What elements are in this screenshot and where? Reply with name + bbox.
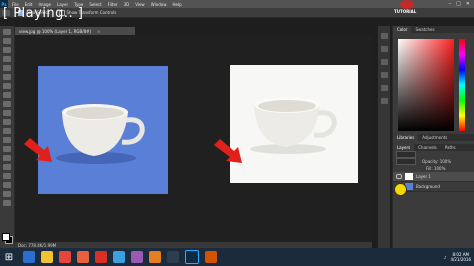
properties-panel-icon[interactable]	[380, 46, 388, 52]
tools-panel	[0, 26, 15, 248]
cursor-highlight	[394, 183, 407, 196]
hand-tool-icon[interactable]	[3, 191, 11, 197]
history-brush-tool-icon[interactable]	[3, 110, 11, 116]
tab-color[interactable]: Color	[393, 26, 412, 33]
playing-status-overlay: [ Playing.. ]	[3, 6, 84, 21]
windows-taskbar: ⊞ ♪ 8:02 AM 4/21/2016	[0, 248, 474, 266]
info-panel-icon[interactable]	[380, 98, 388, 104]
cup-image-white-background	[230, 65, 358, 183]
foreground-color-swatch[interactable]	[2, 233, 10, 241]
chrome-browser-icon[interactable]	[59, 251, 71, 263]
channel-avatar	[400, 0, 414, 9]
layer-name: Layer 1	[416, 174, 431, 179]
tab-libraries[interactable]: Libraries	[393, 134, 419, 141]
vlc-player-icon[interactable]	[149, 251, 161, 263]
taskbar-clock[interactable]: 8:02 AM 4/21/2016	[450, 252, 471, 262]
tab-channels[interactable]: Channels	[414, 144, 441, 151]
type-tool-icon[interactable]	[3, 164, 11, 170]
dodge-tool-icon[interactable]	[3, 146, 11, 152]
tab-paths[interactable]: Paths	[441, 144, 460, 151]
document-tab-label: view.jpg @ 100% (Layer 1, RGB/8#)	[19, 28, 92, 34]
pen-tool-icon[interactable]	[3, 155, 11, 161]
history-panel-icon[interactable]	[380, 33, 388, 39]
layer-name: Background	[416, 184, 440, 189]
gradient-tool-icon[interactable]	[3, 128, 11, 134]
hue-slider[interactable]	[459, 39, 465, 131]
skype-icon[interactable]	[113, 251, 125, 263]
window-controls: – □ ✕	[449, 1, 474, 7]
layer-row[interactable]: Layer 1	[393, 172, 474, 182]
tab-swatches[interactable]: Swatches	[411, 26, 438, 33]
tab-layers[interactable]: Layers	[393, 144, 415, 151]
blend-mode-select[interactable]	[396, 158, 416, 165]
menu-help[interactable]: Help	[172, 2, 181, 7]
windows-start-icon[interactable]: ⊞	[2, 250, 16, 264]
layer-filter-row	[393, 151, 474, 158]
minimize-icon[interactable]: –	[449, 1, 452, 7]
menu-window[interactable]: Window	[151, 2, 167, 7]
channel-name: TUTORIAL	[394, 9, 417, 14]
marquee-tool-icon[interactable]	[3, 38, 11, 44]
recorder-icon[interactable]	[167, 251, 179, 263]
quick-select-tool-icon[interactable]	[3, 56, 11, 62]
cup-image-blue-background	[38, 66, 168, 194]
document-tab[interactable]: view.jpg @ 100% (Layer 1, RGB/8#) ×	[15, 27, 135, 35]
menu-filter[interactable]: Filter	[108, 2, 118, 7]
color-panel	[393, 33, 474, 133]
layers-panel: Layers Channels Paths Opacity: 100% Fill…	[393, 144, 474, 248]
healing-tool-icon[interactable]	[3, 83, 11, 89]
maximize-icon[interactable]: □	[456, 1, 461, 7]
character-panel-icon[interactable]	[380, 72, 388, 78]
firefox-browser-icon[interactable]	[77, 251, 89, 263]
app-icon[interactable]	[131, 251, 143, 263]
menu-view[interactable]: View	[135, 2, 145, 7]
red-arrow-right-icon	[214, 139, 242, 163]
brush-tool-icon[interactable]	[3, 92, 11, 98]
red-arrow-left-icon	[24, 138, 52, 162]
visibility-eye-icon[interactable]	[396, 174, 402, 179]
collapsed-panels-strip	[378, 26, 390, 248]
system-tray: ♪ 8:02 AM 4/21/2016	[444, 252, 474, 262]
file-explorer-icon[interactable]	[41, 251, 53, 263]
menu-3d[interactable]: 3D	[124, 2, 130, 7]
color-field[interactable]	[398, 39, 454, 131]
blend-opacity-row: Opacity: 100%	[393, 158, 474, 165]
blur-tool-icon[interactable]	[3, 137, 11, 143]
illustrator-taskbar-icon[interactable]	[205, 251, 217, 263]
ie-browser-icon[interactable]	[23, 251, 35, 263]
media-player-icon[interactable]	[95, 251, 107, 263]
tab-adjustments[interactable]: Adjustments	[418, 134, 451, 141]
brush-panel-icon[interactable]	[380, 59, 388, 65]
opacity-field[interactable]: Opacity: 100%	[422, 159, 451, 164]
paragraph-panel-icon[interactable]	[380, 85, 388, 91]
photoshop-taskbar-icon[interactable]	[185, 250, 199, 264]
document-size-label: Doc: 778.4K/1.99M	[18, 242, 57, 248]
path-select-tool-icon[interactable]	[3, 173, 11, 179]
eraser-tool-icon[interactable]	[3, 119, 11, 125]
zoom-tool-icon[interactable]	[3, 200, 11, 206]
menu-select[interactable]: Select	[89, 2, 101, 7]
right-panel: Color Swatches Libraries Adjustments Lay…	[392, 26, 474, 248]
volume-icon[interactable]: ♪	[444, 255, 447, 260]
cup-illustration	[250, 97, 337, 154]
layer-kind-filter[interactable]	[396, 151, 416, 158]
layer-thumbnail	[405, 173, 413, 180]
lock-fill-row: Fill: 100%	[393, 165, 474, 172]
eyedropper-tool-icon[interactable]	[3, 74, 11, 80]
libraries-panel-tabs: Libraries Adjustments	[393, 134, 474, 141]
stamp-tool-icon[interactable]	[3, 101, 11, 107]
crop-tool-icon[interactable]	[3, 65, 11, 71]
color-panel-tabs: Color Swatches	[393, 26, 474, 33]
fill-field[interactable]: Fill: 100%	[426, 166, 445, 171]
lasso-tool-icon[interactable]	[3, 47, 11, 53]
layers-panel-tabs: Layers Channels Paths	[393, 144, 474, 151]
move-tool-icon[interactable]	[3, 29, 11, 35]
clock-date: 4/21/2016	[450, 257, 471, 262]
close-icon[interactable]: ✕	[466, 1, 470, 7]
cup-illustration	[56, 104, 145, 164]
shape-tool-icon[interactable]	[3, 182, 11, 188]
close-tab-icon[interactable]: ×	[97, 29, 100, 34]
